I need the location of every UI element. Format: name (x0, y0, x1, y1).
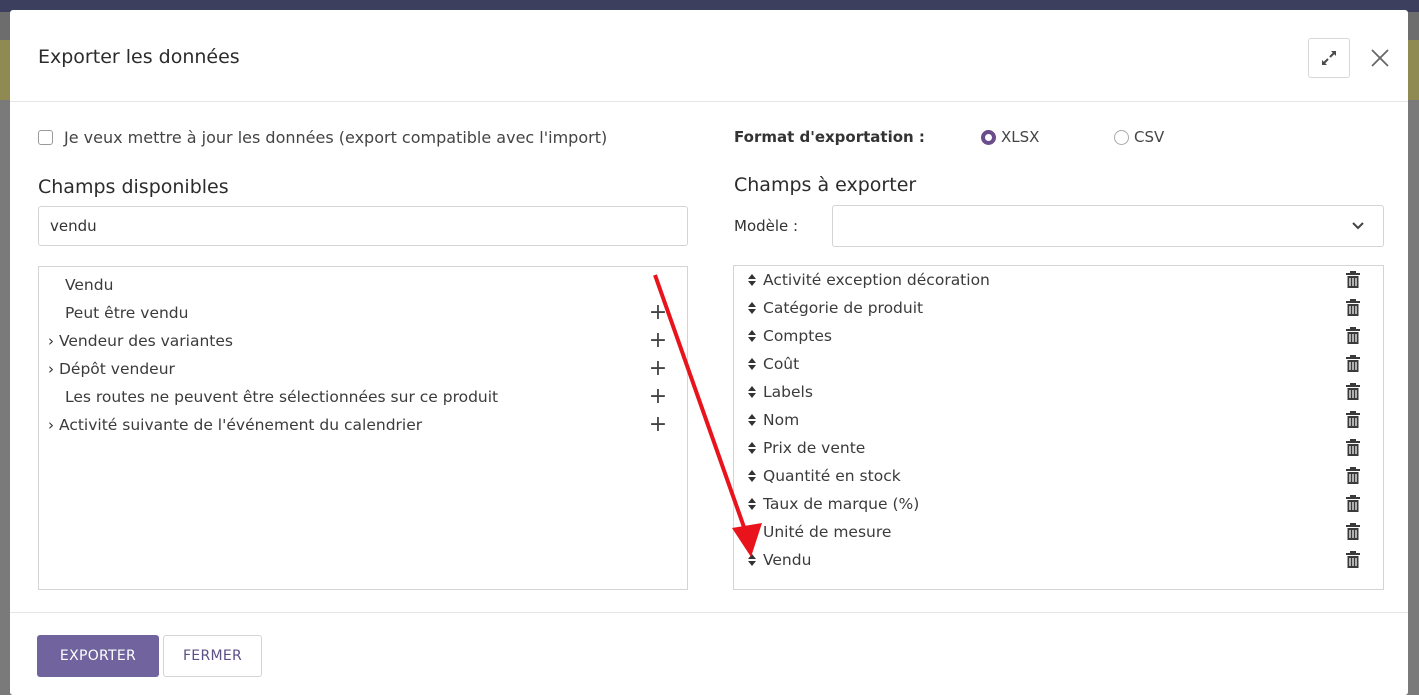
format-option-xlsx[interactable]: XLSX (981, 128, 1039, 146)
sort-handle-icon[interactable] (747, 518, 757, 546)
export-field-item[interactable]: Labels (734, 378, 1383, 406)
sort-handle-icon[interactable] (747, 350, 757, 378)
export-field-item[interactable]: Comptes (734, 322, 1383, 350)
export-field-item[interactable]: Prix de vente (734, 434, 1383, 462)
export-field-label: Labels (763, 383, 813, 401)
format-xlsx-label: XLSX (1001, 128, 1040, 146)
template-label: Modèle : (734, 217, 799, 235)
export-button[interactable]: EXPORTER (37, 635, 159, 677)
update-data-option[interactable]: Je veux mettre à jour les données (expor… (38, 128, 607, 147)
chevron-right-icon[interactable]: › (48, 411, 54, 439)
export-field-label: Nom (763, 411, 800, 429)
export-field-item[interactable]: Catégorie de produit (734, 294, 1383, 322)
available-fields-list: Vendu Peut être vendu + › Vendeur des varian… (38, 266, 688, 590)
add-field-icon[interactable]: + (648, 383, 668, 411)
format-option-csv[interactable]: CSV (1114, 128, 1164, 146)
close-x-icon (1371, 49, 1389, 67)
sort-handle-icon[interactable] (747, 294, 757, 322)
export-format-group: Format d'exportation : (734, 128, 925, 146)
template-select[interactable] (832, 205, 1384, 247)
trash-icon[interactable] (1346, 271, 1360, 288)
export-field-item[interactable]: Vendu (734, 546, 1383, 574)
chevron-right-icon[interactable]: › (48, 355, 54, 383)
trash-icon[interactable] (1346, 383, 1360, 400)
available-field-item[interactable]: Les routes ne peuvent être sélectionnées… (39, 383, 687, 411)
expand-button[interactable] (1308, 38, 1350, 78)
trash-icon[interactable] (1346, 551, 1360, 568)
sort-handle-icon[interactable] (747, 322, 757, 350)
available-fields-title: Champs disponibles (38, 176, 229, 198)
trash-icon[interactable] (1346, 355, 1360, 372)
trash-icon[interactable] (1346, 495, 1360, 512)
export-fields-title: Champs à exporter (734, 174, 917, 196)
update-data-checkbox[interactable] (38, 130, 53, 145)
dialog-title: Exporter les données (38, 46, 240, 68)
export-field-item[interactable]: Taux de marque (%) (734, 490, 1383, 518)
radio-xlsx[interactable] (981, 129, 996, 145)
available-field-item[interactable]: › Activité suivante de l'événement du cal… (39, 411, 687, 439)
trash-icon[interactable] (1346, 327, 1360, 344)
sort-handle-icon[interactable] (747, 434, 757, 462)
available-field-label: Activité suivante de l'événement du cale… (59, 416, 423, 434)
export-field-label: Prix de vente (763, 439, 866, 457)
export-fields-list: Activité exception décoration Catégorie d… (733, 265, 1384, 590)
export-field-item[interactable]: Unité de mesure (734, 518, 1383, 546)
add-field-icon[interactable]: + (648, 411, 668, 439)
available-field-label: Vendeur des variantes (59, 332, 233, 350)
available-field-label: Dépôt vendeur (59, 360, 175, 378)
trash-icon[interactable] (1346, 523, 1360, 540)
export-field-label: Comptes (763, 327, 832, 345)
trash-icon[interactable] (1346, 467, 1360, 484)
available-field-item[interactable]: › Dépôt vendeur + (39, 355, 687, 383)
available-field-label: Vendu (65, 276, 114, 294)
sort-handle-icon[interactable] (747, 462, 757, 490)
export-field-item[interactable]: Quantité en stock (734, 462, 1383, 490)
trash-icon[interactable] (1346, 439, 1360, 456)
export-field-label: Activité exception décoration (763, 271, 990, 289)
format-csv-label: CSV (1134, 128, 1165, 146)
export-dialog: Exporter les données Je veux mettre à jo… (10, 10, 1408, 695)
export-field-item[interactable]: Nom (734, 406, 1383, 434)
sort-handle-icon[interactable] (747, 490, 757, 518)
export-format-label: Format d'exportation : (734, 128, 925, 146)
dialog-header: Exporter les données (10, 10, 1408, 102)
available-field-item[interactable]: Vendu (39, 271, 687, 299)
export-field-item[interactable]: Activité exception décoration (734, 266, 1383, 294)
available-field-label: Les routes ne peuvent être sélectionnées… (65, 388, 499, 406)
export-field-item[interactable]: Coût (734, 350, 1383, 378)
available-field-label: Peut être vendu (65, 304, 189, 322)
add-field-icon[interactable]: + (648, 327, 668, 355)
trash-icon[interactable] (1346, 299, 1360, 316)
sort-handle-icon[interactable] (747, 266, 757, 294)
chevron-right-icon[interactable]: › (48, 327, 54, 355)
sort-handle-icon[interactable] (747, 378, 757, 406)
expand-arrows-icon (1322, 51, 1336, 65)
update-data-label: Je veux mettre à jour les données (expor… (64, 128, 608, 147)
sort-handle-icon[interactable] (747, 406, 757, 434)
dialog-footer: EXPORTER FERMER (10, 612, 1408, 695)
sort-handle-icon[interactable] (747, 546, 757, 574)
chevron-down-icon (1352, 222, 1364, 230)
export-field-label: Coût (763, 355, 800, 373)
export-field-label: Quantité en stock (763, 467, 901, 485)
export-field-label: Catégorie de produit (763, 299, 924, 317)
export-field-label: Taux de marque (%) (763, 495, 920, 513)
radio-csv[interactable] (1114, 129, 1129, 145)
close-dialog-button[interactable]: FERMER (163, 635, 262, 677)
available-field-item[interactable]: Peut être vendu + (39, 299, 687, 327)
available-field-item[interactable]: › Vendeur des variantes + (39, 327, 687, 355)
close-button[interactable] (1364, 40, 1396, 76)
field-search-input[interactable] (38, 206, 688, 246)
export-field-label: Unité de mesure (763, 523, 892, 541)
trash-icon[interactable] (1346, 411, 1360, 428)
add-field-icon[interactable]: + (648, 299, 668, 327)
export-field-label: Vendu (763, 551, 812, 569)
add-field-icon[interactable]: + (648, 355, 668, 383)
